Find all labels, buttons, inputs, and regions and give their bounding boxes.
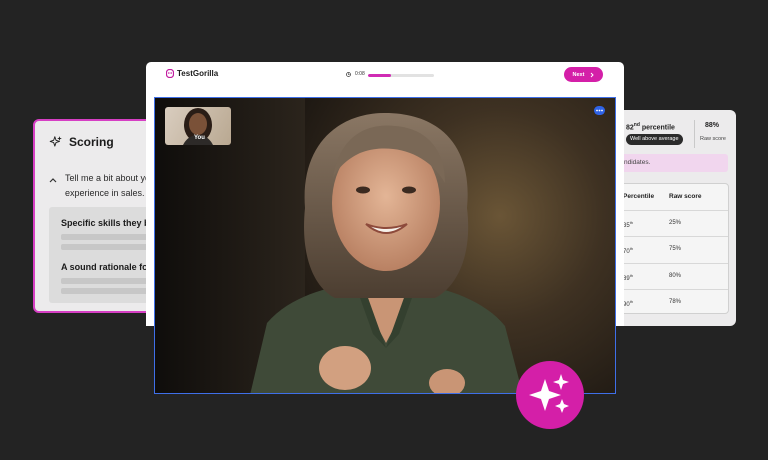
next-button[interactable]: Next [564, 67, 603, 82]
table-cell: 80% [669, 273, 682, 279]
timer: 0:08 [346, 71, 365, 77]
info-notice: ndidates. [608, 154, 728, 172]
table-cell: 90th [623, 299, 634, 308]
more-options-button[interactable] [594, 106, 605, 115]
more-horizontal-icon [596, 109, 603, 112]
scoring-header: Scoring [49, 135, 114, 149]
divider [694, 120, 695, 148]
table-cell: 89th [623, 273, 634, 282]
table-cell: 70th [623, 246, 634, 255]
criterion-title: Specific skills they b [61, 218, 150, 228]
app-header: TestGorilla 0:08 Next [146, 62, 624, 88]
table-cell: 75% [669, 246, 682, 252]
results-table: Percentile Raw score 35th 25% 70th 75% 8… [608, 183, 729, 314]
next-label: Next [572, 71, 585, 78]
gorilla-logo-icon [166, 69, 174, 78]
table-cell: 25% [669, 220, 682, 226]
logo: TestGorilla [166, 69, 218, 78]
clock-icon [346, 71, 351, 77]
table-cell: 78% [669, 299, 682, 305]
brand-name: TestGorilla [177, 69, 219, 78]
chevron-up-icon[interactable] [49, 175, 57, 201]
table-cell: 35th [623, 220, 634, 229]
raw-score-label: Raw score [700, 136, 726, 142]
percentile-heading: 82nd percentile [626, 122, 675, 132]
timer-text: 0:08 [355, 71, 365, 77]
progress-fill [368, 74, 392, 77]
table-header: Percentile [623, 193, 655, 200]
table-header: Raw score [669, 193, 702, 200]
sparkle-icon [49, 136, 62, 147]
raw-score-value: 88% [705, 122, 720, 129]
criterion-title: A sound rationale fo [61, 262, 148, 272]
self-view-thumbnail: You [165, 107, 231, 145]
chevron-right-icon [591, 72, 595, 77]
tier-badge: Well above average [626, 134, 683, 145]
progress-bar [368, 74, 434, 77]
scoring-title: Scoring [69, 135, 114, 149]
ai-badge [516, 361, 584, 429]
self-view-label: You [194, 135, 205, 141]
sparkle-icon [529, 374, 569, 413]
